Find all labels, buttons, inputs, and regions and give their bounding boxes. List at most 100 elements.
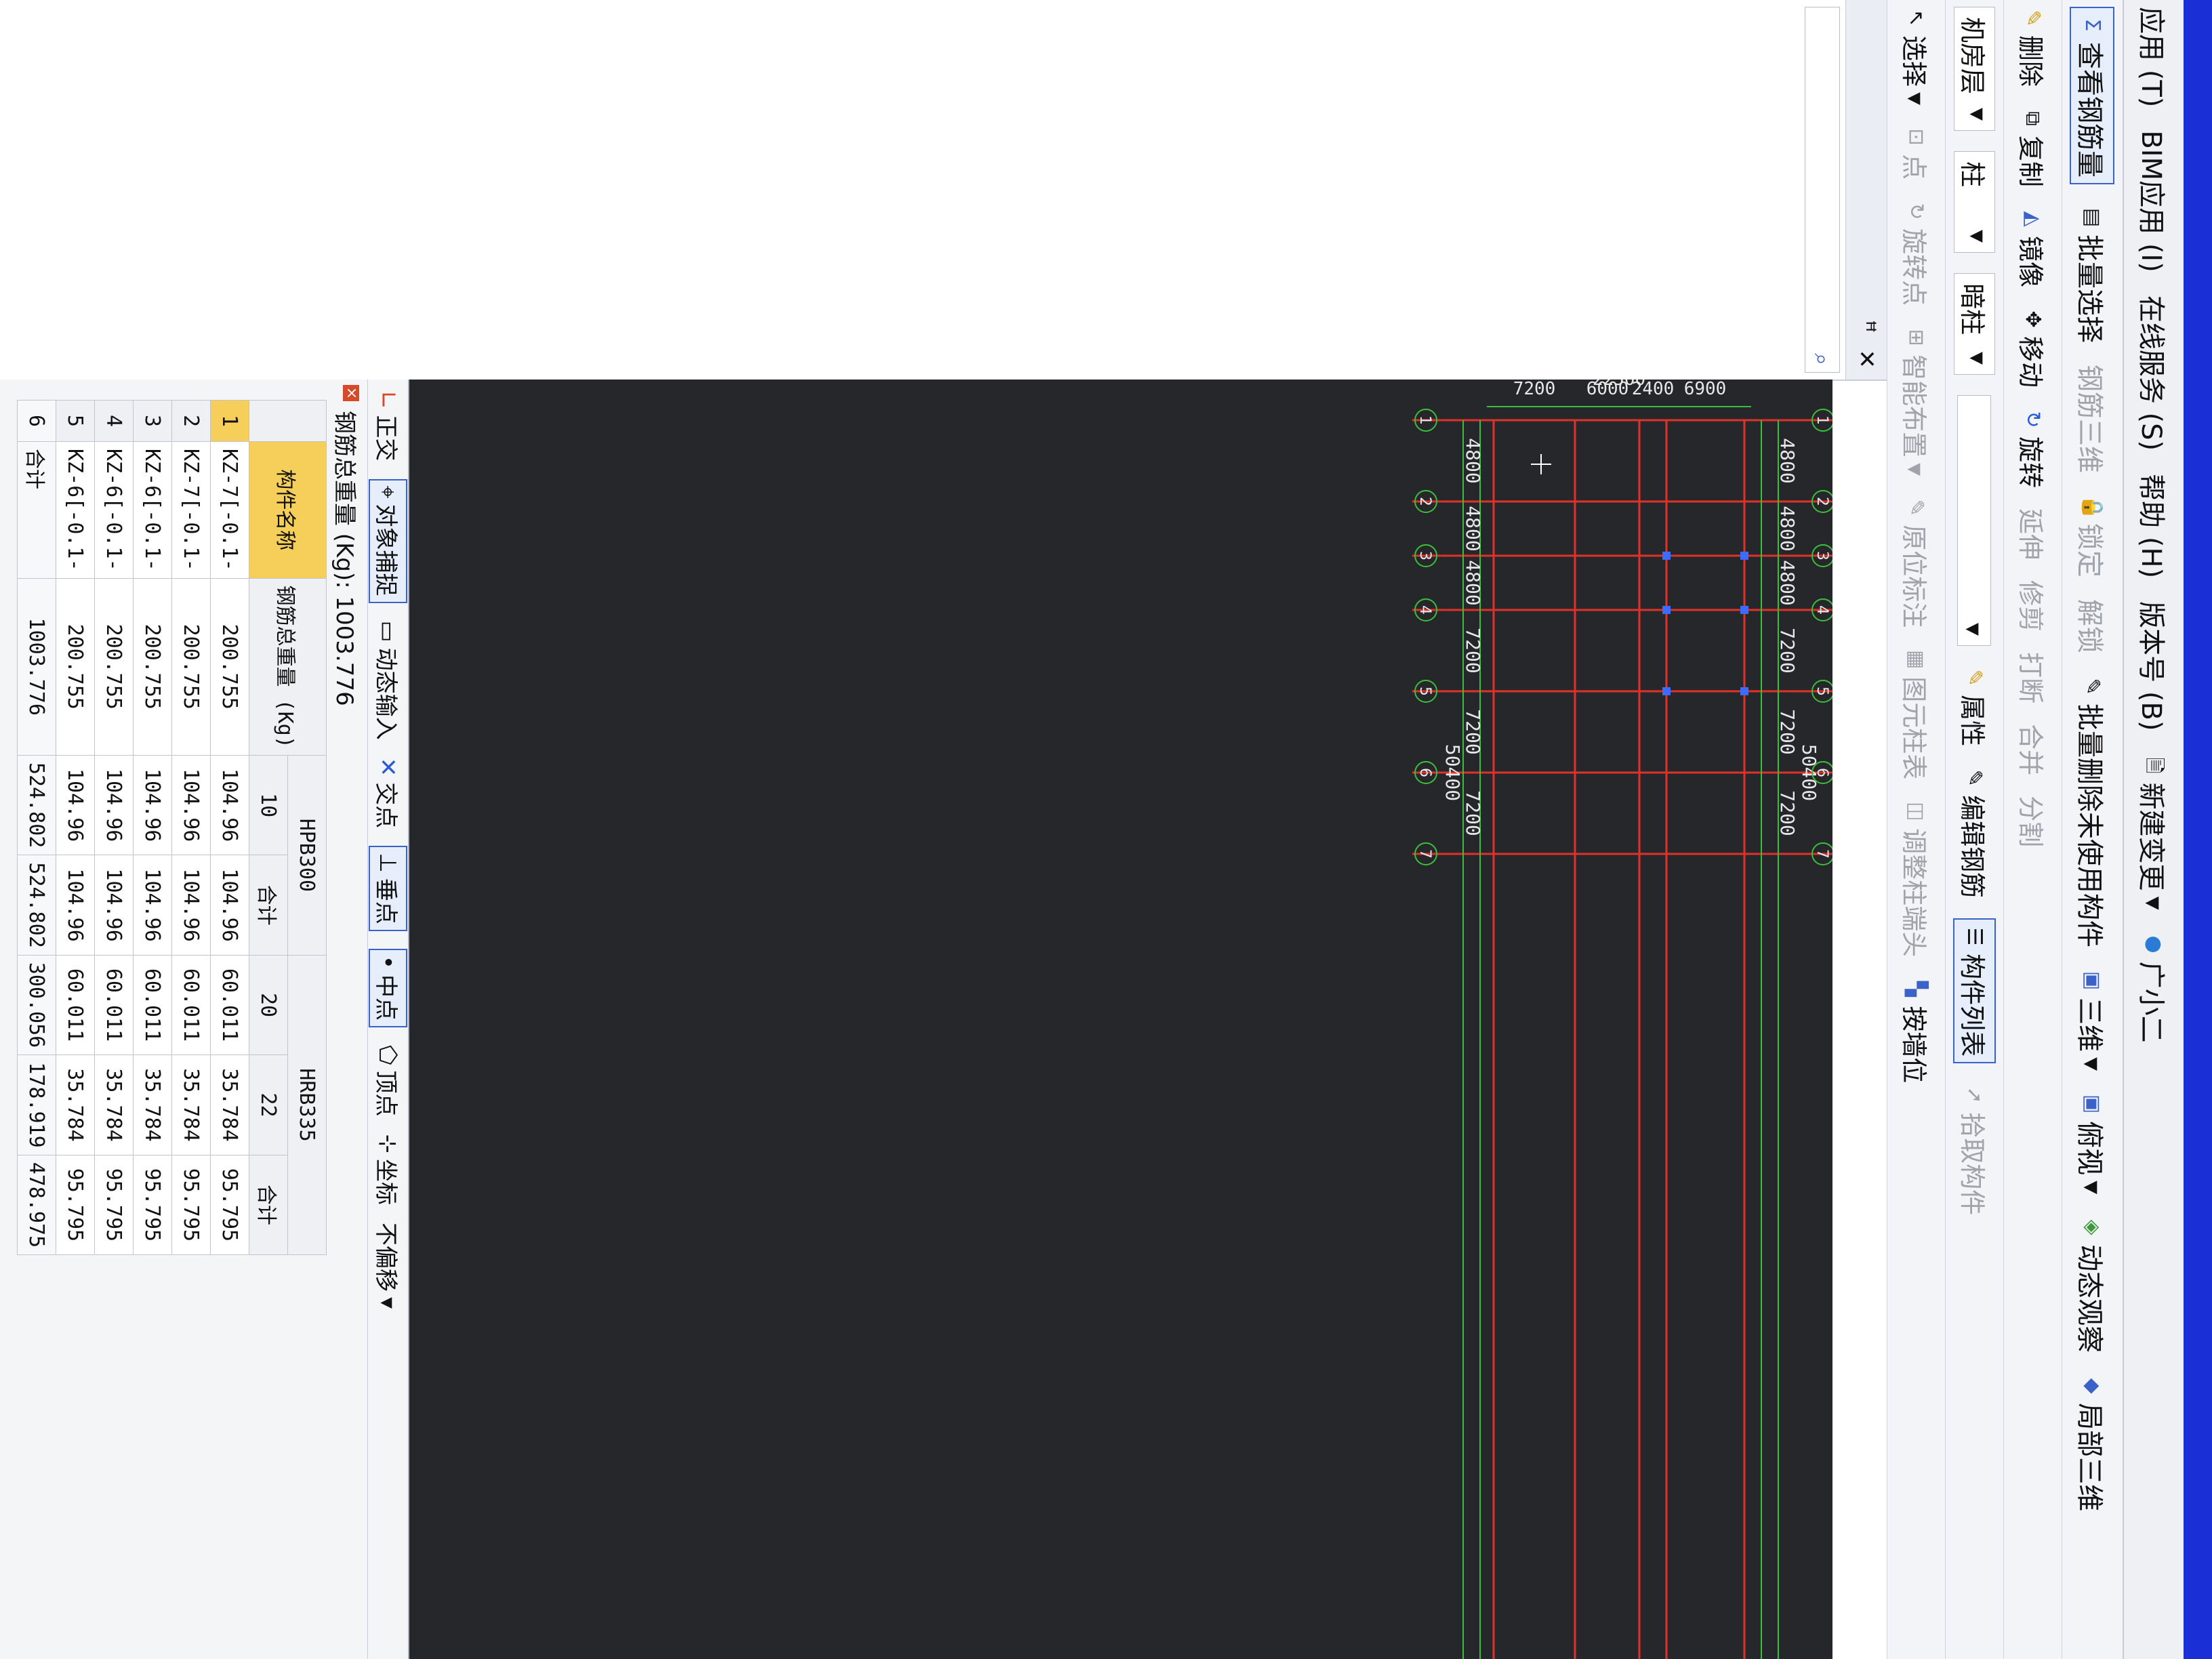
local-3d-button[interactable]: ◆ 局部三维 — [2073, 1374, 2112, 1512]
column-marker — [1740, 606, 1748, 614]
dropdown-icon: ▾ — [2076, 1181, 2108, 1195]
left-dimension-label: 7200 — [1513, 380, 1556, 399]
smart-place-button[interactable]: ⊞ 智能布置 ▾ — [1898, 326, 1935, 476]
column-marker — [1740, 552, 1748, 560]
table-row[interactable]: 5 KZ-6[-0.1- 200.755 104.96 104.96 60.011 35.7… — [56, 400, 95, 1255]
column-marker — [1662, 687, 1671, 695]
category-select[interactable]: 柱 ▾ — [1954, 151, 1995, 253]
menu-item-version[interactable]: 版本号 (B) — [2134, 601, 2173, 731]
type-select[interactable]: 暗柱 ▾ — [1954, 273, 1995, 375]
component-list-button[interactable]: ☰ 构件列表 — [1953, 918, 1996, 1064]
object-snap-toggle[interactable]: ⌖ 对象捕捉 — [369, 478, 407, 603]
bottom-dimension-label: 7200 — [1462, 628, 1484, 673]
table-row[interactable]: 1 KZ-7[-0.1- 200.755 104.96 104.96 60.011 35.7… — [210, 400, 249, 1255]
rotate-button[interactable]: ↻ 旋转 — [2014, 408, 2051, 488]
bottom-dimension-label: 4800 — [1462, 438, 1484, 483]
table-cell-sum2: 95.795 — [210, 1155, 249, 1255]
adjust-column-end-button[interactable]: ◫ 调整柱端头 — [1898, 800, 1935, 957]
mirror-button[interactable]: ◭ 镜像 — [2014, 207, 2051, 287]
coordinate-snap[interactable]: ⊹ 坐标 — [371, 1134, 405, 1206]
left-dimension-label: 6900 — [1684, 380, 1727, 399]
lock-icon: 🔒 — [2081, 495, 2105, 520]
orbit-icon: ◈ — [2081, 1219, 2105, 1235]
menu-item-assistant[interactable]: ● 广小二 — [2134, 933, 2173, 1043]
unlock-button[interactable]: 解锁 — [2073, 599, 2112, 653]
close-icon[interactable]: ✕ — [1853, 350, 1880, 369]
offset-select[interactable]: 不偏移 ▾ — [371, 1223, 405, 1309]
midpoint-snap[interactable]: • 中点 — [369, 948, 407, 1027]
dynamic-input-toggle[interactable]: ▭ 动态输入 — [371, 621, 405, 740]
merge-button[interactable]: 合并 — [2014, 724, 2051, 775]
lock-button[interactable]: 🔒 锁定 — [2073, 495, 2112, 577]
copy-label: 复制 — [2015, 136, 2045, 188]
dropdown-icon: ▾ — [1901, 463, 1931, 476]
inplace-annotation-label: 原位标注 — [1899, 525, 1929, 628]
vertex-snap[interactable]: ⬠ 顶点 — [371, 1045, 405, 1117]
inplace-annotation-button[interactable]: ✎ 原位标注 — [1898, 496, 1935, 628]
table-cell-sum1: 104.96 — [171, 855, 211, 956]
3d-button[interactable]: ▣ 三维 ▾ — [2073, 969, 2112, 1071]
ortho-toggle[interactable]: ∟ 正交 — [371, 390, 405, 462]
copy-button[interactable]: ⧉ 复制 — [2014, 107, 2051, 187]
table-row[interactable]: 2 KZ-7[-0.1- 200.755 104.96 104.96 60.011 35.7… — [171, 400, 211, 1255]
move-button[interactable]: ✥ 移动 — [2014, 308, 2051, 388]
menu-item-help[interactable]: 帮助 (H) — [2134, 474, 2173, 578]
menu-item-bim[interactable]: BIM应用 (I) — [2134, 130, 2173, 272]
close-icon[interactable]: × — [343, 385, 360, 401]
batch-select-button[interactable]: ▤ 批量选择 — [2073, 206, 2112, 343]
break-button[interactable]: 打断 — [2014, 652, 2051, 703]
trim-button[interactable]: 修剪 — [2014, 580, 2051, 632]
point-button[interactable]: ⊡ 点 — [1898, 125, 1935, 180]
unlock-label: 解锁 — [2074, 599, 2106, 653]
table-row[interactable]: 6 合计 1003.776 524.802 524.802 300.056 178.919 4… — [17, 400, 56, 1255]
total-weight-header[interactable]: 钢筋总重量 (Kg) — [249, 578, 327, 756]
extend-button[interactable]: 延伸 — [2014, 508, 2051, 560]
floor-select[interactable]: 机房层 ▾ — [1954, 7, 1995, 131]
menu-item-app[interactable]: 应用 (T) — [2134, 7, 2173, 107]
table-cell-idx: 5 — [56, 400, 95, 442]
select-button[interactable]: ↖ 选择 ▾ — [1898, 7, 1935, 105]
table-row[interactable]: 3 KZ-6[-0.1- 200.755 104.96 104.96 60.011 35.7… — [133, 400, 172, 1255]
split-button[interactable]: 分割 — [2014, 796, 2051, 847]
edit-rebar-button[interactable]: ✎ 编辑钢筋 — [1956, 766, 1993, 899]
component-name-header[interactable]: 构件名称 — [249, 441, 327, 579]
index-header — [249, 400, 327, 442]
table-cell-c22: 35.784 — [210, 1054, 249, 1155]
table-cell-sum2: 95.795 — [133, 1155, 172, 1255]
axis-number-label: 7 — [1416, 849, 1433, 859]
bottom-dimension-label: 7200 — [1462, 709, 1484, 754]
intersection-snap[interactable]: ✕ 交点 — [371, 758, 405, 829]
menu-item-online[interactable]: 在线服务 (S) — [2134, 295, 2173, 451]
top-view-button[interactable]: ▣ 俯视 ▾ — [2073, 1092, 2112, 1194]
sub-header: 10 — [249, 755, 288, 855]
element-column-table-button[interactable]: ▦ 图元柱表 — [1898, 648, 1935, 779]
delete-button[interactable]: ✎ 删除 — [2014, 7, 2051, 87]
top-dimension-label: 7200 — [1776, 628, 1799, 673]
search-input[interactable]: ⌕ — [1805, 7, 1840, 373]
wall-position-button[interactable]: ▚ 按墙位 — [1898, 977, 1935, 1084]
split-label: 分割 — [2015, 796, 2045, 848]
pin-icon[interactable]: ꟸ — [1853, 320, 1880, 333]
rebar-3d-button[interactable]: 钢筋三维 — [2073, 365, 2112, 473]
hpb300-header: HPB300 — [287, 755, 327, 956]
component-select[interactable]: ▾ — [1957, 395, 1992, 647]
search-icon: ⌕ — [1809, 353, 1836, 365]
properties-button[interactable]: ✎ 属性 — [1956, 666, 1993, 747]
table-cell-c10: 104.96 — [210, 755, 249, 855]
toolbar-draw: ↖ 选择 ▾ ⊡ 点 ↻ 旋转点 ⊞ 智能布置 ▾ ✎ 原位标注 ▦ 图元柱表 ◫ 调整柱端头 ▚… — [1887, 0, 1945, 1659]
rotate-point-button[interactable]: ↻ 旋转点 — [1898, 200, 1935, 306]
hrb335-header: HRB335 — [287, 955, 327, 1255]
dynamic-view-button[interactable]: ◈ 动态观察 — [2073, 1216, 2112, 1353]
adjust-column-end-label: 调整柱端头 — [1899, 828, 1929, 958]
view-rebar-button[interactable]: Σ 查看钢筋量 — [2070, 7, 2115, 184]
monitor-bezel — [2184, 0, 2212, 1659]
pick-component-button[interactable]: ➚ 拾取构件 — [1956, 1084, 1993, 1216]
brush-icon: ✎ — [2081, 678, 2105, 695]
top-dimension-label: 7200 — [1776, 790, 1799, 836]
table-cell-c10: 104.96 — [171, 755, 211, 855]
menu-bar: 应用 (T) BIM应用 (I) 在线服务 (S) 帮助 (H) 版本号 (B)… — [2123, 0, 2184, 1659]
menu-item-new-change[interactable]: 🗎 新建变更 ▾ — [2134, 754, 2173, 910]
table-row[interactable]: 4 KZ-6[-0.1- 200.755 104.96 104.96 60.011 35.7… — [94, 400, 134, 1255]
perpendicular-snap[interactable]: ⊥ 垂点 — [369, 846, 407, 931]
batch-delete-unused-button[interactable]: ✎ 批量删除未使用构件 — [2073, 675, 2112, 947]
